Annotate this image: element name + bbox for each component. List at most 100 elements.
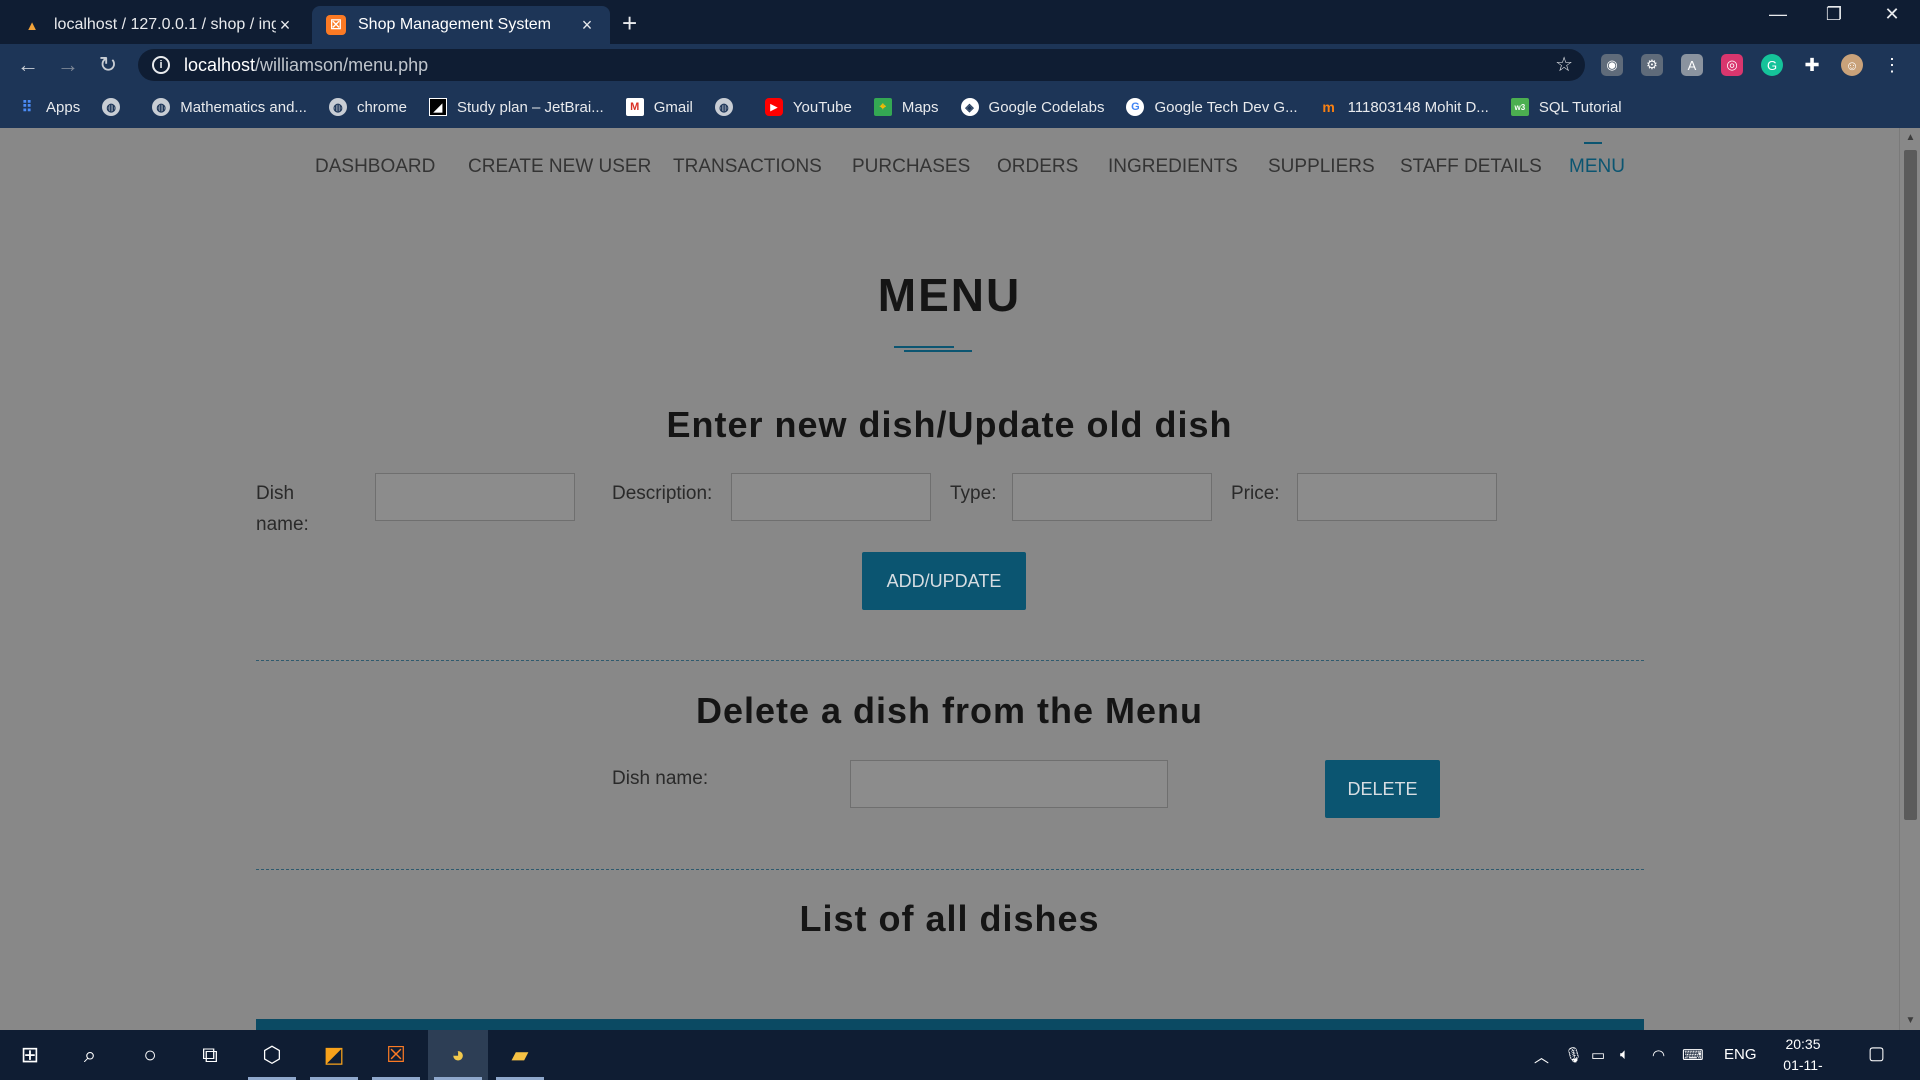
price-input[interactable] [1297,473,1497,521]
delete-section-heading: Delete a dish from the Menu [695,690,1204,731]
task-view-icon[interactable]: ⧉ [180,1030,240,1080]
address-bar[interactable]: i localhost/williamson/menu.php ☆ [138,49,1585,81]
chrome-menu-icon[interactable]: ⋮ [1881,54,1903,76]
translate-extension-icon[interactable]: A [1681,54,1703,76]
bookmarks-bar: ⠿ Apps ◍ ◍ Mathematics and... ◍ chrome ◢ Stu… [0,86,1920,128]
title-underline [894,346,954,348]
globe-icon: ◍ [328,98,347,116]
add-update-button[interactable]: ADD/UPDATE [862,552,1026,610]
bookmark-gmail[interactable]: M Gmail [625,98,693,116]
microphone-icon[interactable]: 🎙︎ [1564,1046,1583,1064]
browser-tab-strip: ▲ localhost / 127.0.0.1 / shop / ingr × … [0,0,1920,44]
back-icon[interactable]: ← [14,52,42,78]
nav-purchases[interactable]: PURCHASES [852,156,970,178]
forward-icon[interactable]: → [54,52,82,78]
bookmark-maps[interactable]: ⌖ Maps [873,98,939,116]
close-icon[interactable]: × [276,15,294,36]
google-icon: G [1126,98,1145,116]
bookmark-chrome[interactable]: ◍ chrome [328,98,407,116]
chrome-icon[interactable]: ◕ [428,1030,488,1080]
bookmark-youtube[interactable]: ▶ YouTube [764,98,852,116]
tray-overflow-icon[interactable]: ︿ [1534,1046,1549,1067]
title-underline [904,350,972,352]
language-indicator[interactable]: ENG [1724,1046,1757,1063]
bookmark-mathematics[interactable]: ◍ Mathematics and... [152,98,307,116]
type-label: Type: [950,483,997,504]
restore-icon[interactable]: ❐ [1814,4,1854,25]
clock-date: 01-11-2020 [1783,1057,1823,1080]
site-info-icon[interactable]: i [152,56,170,74]
browser-tab-shop[interactable]: ☒ Shop Management System × [312,6,610,44]
extensions-puzzle-icon[interactable]: ✚ [1801,54,1823,76]
page-scrollbar[interactable]: ▲ ▼ [1899,128,1920,1030]
wifi-icon[interactable]: ◠ [1652,1046,1665,1064]
scrollbar-thumb[interactable] [1904,150,1917,820]
grammarly-extension-icon[interactable]: G [1761,54,1783,76]
nav-suppliers[interactable]: SUPPLIERS [1268,156,1375,178]
bookmark-globe[interactable]: ◍ [102,98,130,116]
nav-menu[interactable]: MENU [1569,156,1625,178]
clock-time: 20:35 [1785,1036,1821,1052]
nav-transactions[interactable]: TRANSACTIONS [673,156,822,178]
scroll-up-icon[interactable]: ▲ [1900,132,1920,143]
jetbrains-icon: ◢ [428,98,447,116]
moodle-icon: m [1322,99,1335,115]
scroll-down-icon[interactable]: ▼ [1900,1015,1920,1026]
bookmark-label: Gmail [653,98,693,116]
bookmark-star-icon[interactable]: ☆ [1555,52,1573,77]
delete-dish-name-input[interactable] [850,760,1168,808]
bookmark-globe-2[interactable]: ◍ [714,98,743,116]
main-nav: DASHBOARD CREATE NEW USER TRANSACTIONS P… [0,142,1899,186]
nav-create-new-user[interactable]: CREATE NEW USER [468,156,651,178]
nav-staff-details[interactable]: STAFF DETAILS [1400,156,1542,178]
xampp-icon[interactable]: ☒ [366,1030,426,1080]
bookmark-label: Mathematics and... [180,98,307,116]
bookmark-jetbrains[interactable]: ◢ Study plan – JetBrai... [428,98,604,116]
instagram-extension-icon[interactable]: ◎ [1721,54,1743,76]
codelabs-icon: ◈ [960,98,979,116]
cortana-icon[interactable]: ○ [120,1030,180,1080]
xampp-icon: ☒ [326,15,346,35]
close-icon[interactable]: × [578,15,596,36]
globe-icon: ◍ [714,98,733,116]
keyboard-icon[interactable]: ⌨ [1682,1046,1704,1064]
camera-extension-icon[interactable]: ◉ [1601,54,1623,76]
tab-title: localhost / 127.0.0.1 / shop / ingr [54,16,276,33]
profile-avatar[interactable]: ☺ [1841,54,1863,76]
w3schools-icon: w3 [1510,98,1529,116]
nav-dashboard[interactable]: DASHBOARD [315,156,435,178]
section-divider [256,660,1644,661]
description-input[interactable] [731,473,931,521]
dishes-table-header [256,1019,1644,1030]
file-explorer-icon[interactable]: ▰ [490,1030,550,1080]
bookmark-apps[interactable]: ⠿ Apps [18,98,81,117]
nav-orders[interactable]: ORDERS [997,156,1078,178]
reload-icon[interactable]: ↻ [94,52,122,78]
bookmark-sql-tutorial[interactable]: w3 SQL Tutorial [1510,98,1622,116]
youtube-icon: ▶ [764,98,783,116]
bookmark-moodle[interactable]: m 111803148 Mohit D... [1320,98,1488,116]
sublime-text-icon[interactable]: ◩ [304,1030,364,1080]
minimize-icon[interactable]: — [1758,4,1798,25]
notifications-icon[interactable]: ▢ [1868,1043,1885,1064]
nav-ingredients[interactable]: INGREDIENTS [1108,156,1238,178]
label-line: Dish [256,483,295,504]
windows-start-icon[interactable]: ⊞ [0,1030,60,1080]
battery-icon[interactable]: ▭ [1591,1046,1605,1064]
close-window-icon[interactable]: ✕ [1872,4,1912,25]
add-section-heading: Enter new dish/Update old dish [666,404,1233,445]
virtualbox-icon[interactable]: ⬡ [242,1030,302,1080]
gear-extension-icon[interactable]: ⚙ [1641,54,1663,76]
url-path: /williamson/menu.php [255,54,429,75]
system-clock[interactable]: 20:35 01-11-2020 [1768,1034,1838,1080]
search-icon[interactable]: ⌕ [60,1030,120,1080]
bookmark-google-tech-dev[interactable]: G Google Tech Dev G... [1126,98,1298,116]
nav-current-indicator [1584,142,1602,144]
dish-name-input[interactable] [375,473,575,521]
new-tab-button[interactable]: + [622,8,637,39]
delete-button[interactable]: DELETE [1325,760,1440,818]
bookmark-codelabs[interactable]: ◈ Google Codelabs [960,98,1104,116]
type-input[interactable] [1012,473,1212,521]
volume-icon[interactable]: 🔈︎ [1620,1046,1629,1063]
browser-tab-phpmyadmin[interactable]: ▲ localhost / 127.0.0.1 / shop / ingr × [8,6,308,44]
